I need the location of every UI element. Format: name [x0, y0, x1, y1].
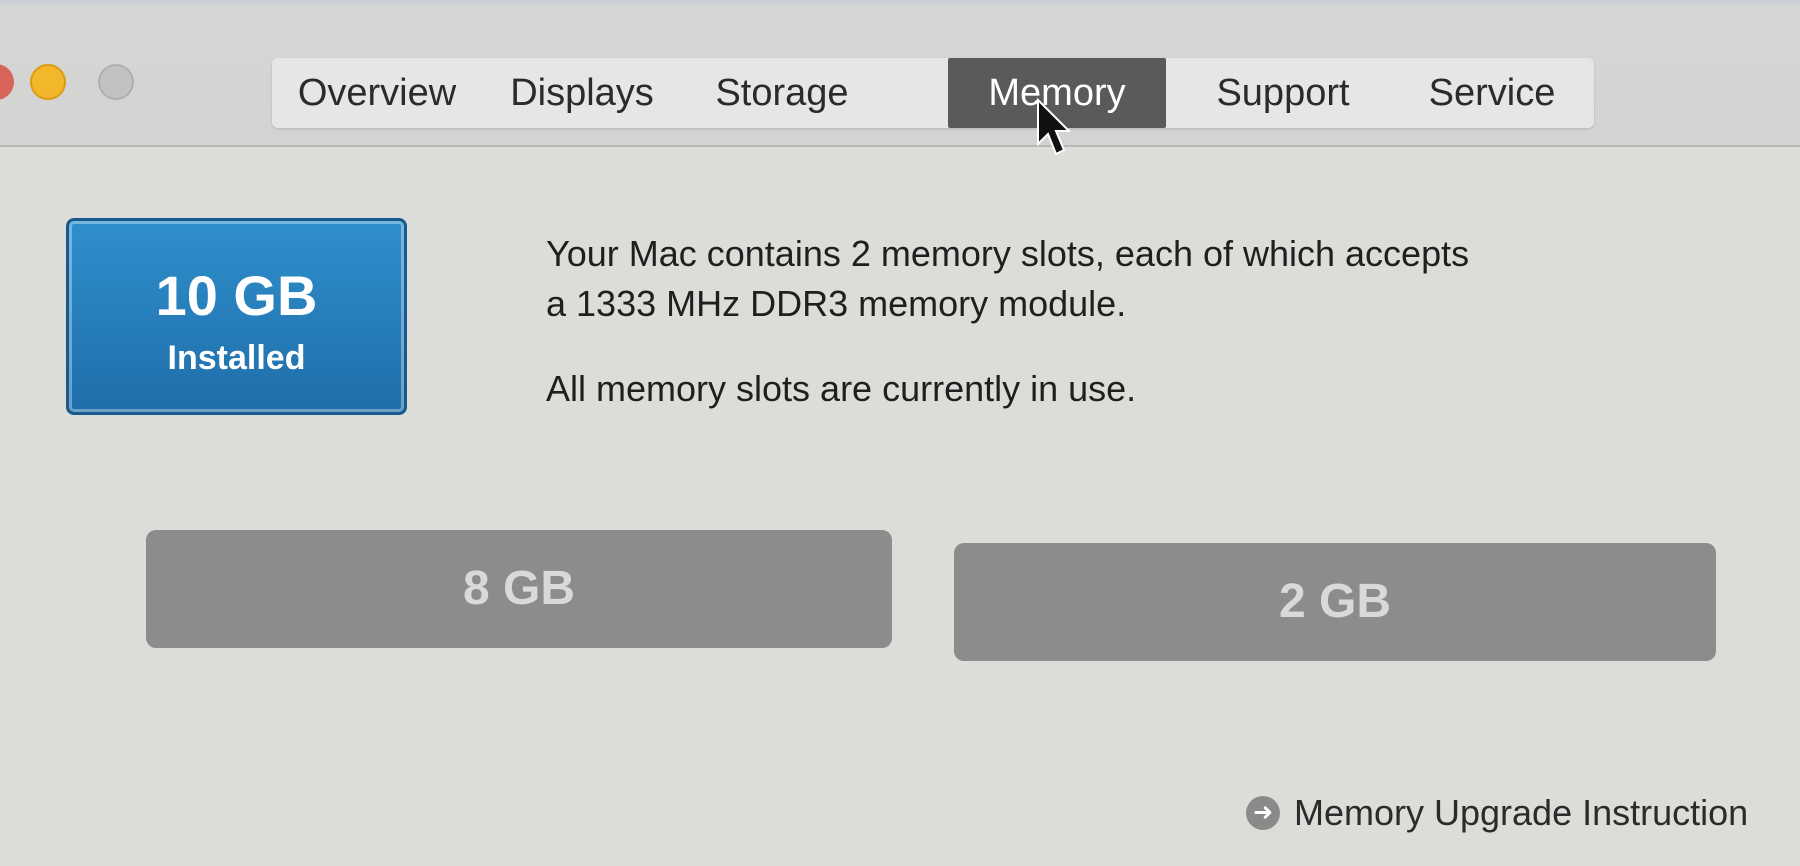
tab-displays[interactable]: Displays	[482, 58, 682, 128]
installed-memory-badge: 10 GB Installed	[66, 218, 407, 415]
mouse-pointer-icon	[1037, 98, 1070, 156]
installed-memory-amount: 10 GB	[155, 264, 318, 327]
memory-slot-1: 8 GB	[146, 530, 892, 648]
tab-overview[interactable]: Overview	[272, 58, 482, 128]
tab-bar: Overview Displays Storage Memory Support…	[272, 58, 1594, 128]
memory-upgrade-link-label[interactable]: Memory Upgrade Instruction	[1294, 792, 1748, 834]
memory-description-line-1: Your Mac contains 2 memory slots, each o…	[546, 233, 1470, 274]
tab-support[interactable]: Support	[1188, 58, 1378, 128]
zoom-window-button[interactable]	[98, 64, 134, 100]
memory-slot-1-size: 8 GB	[462, 562, 576, 615]
memory-slots-status: All memory slots are currently in use.	[546, 368, 1137, 409]
window-titlebar: Overview Displays Storage Memory Support…	[0, 0, 1800, 147]
arrow-right-circle-icon: ➜	[1246, 796, 1280, 830]
installed-memory-label: Installed	[167, 339, 306, 377]
minimize-window-button[interactable]	[30, 64, 66, 100]
memory-slot-2-size: 2 GB	[1278, 575, 1392, 628]
tab-storage[interactable]: Storage	[682, 58, 882, 128]
memory-slot-2: 2 GB	[954, 543, 1716, 661]
close-window-button[interactable]	[0, 64, 14, 100]
tab-service[interactable]: Service	[1402, 58, 1582, 128]
memory-description-line-2: a 1333 MHz DDR3 memory module.	[546, 283, 1127, 324]
